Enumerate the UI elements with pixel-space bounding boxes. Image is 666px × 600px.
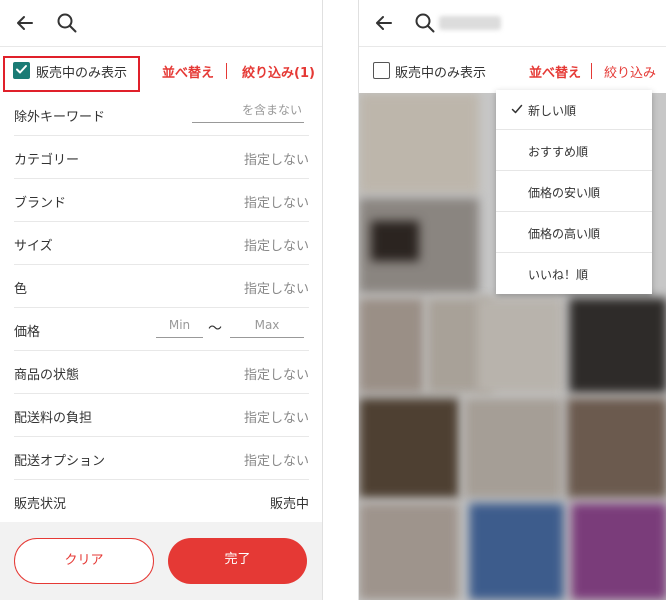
- product-thumbnail[interactable]: [359, 503, 459, 600]
- row-label: 配送オプション: [14, 454, 106, 469]
- highlight-annotation: [3, 56, 140, 92]
- top-bar: [0, 0, 322, 47]
- size-row[interactable]: サイズ 指定しない: [14, 222, 309, 265]
- product-thumbnail[interactable]: [359, 298, 424, 393]
- sort-option-label: いいね！順: [528, 268, 589, 282]
- row-value: 指定しない: [243, 282, 309, 297]
- row-value: 指定しない: [243, 196, 309, 211]
- exclude-keyword-row: 除外キーワード を含まない: [14, 93, 309, 136]
- sort-option-likes[interactable]: いいね！順: [496, 254, 652, 294]
- product-thumbnail[interactable]: [567, 398, 666, 498]
- product-thumbnail[interactable]: [359, 93, 479, 193]
- search-icon[interactable]: [414, 12, 436, 34]
- sale-status-row[interactable]: 販売状況 販売中: [14, 480, 309, 523]
- condition-row[interactable]: 商品の状態 指定しない: [14, 351, 309, 394]
- row-label: カテゴリー: [14, 153, 80, 168]
- checkmark-icon: [511, 104, 523, 114]
- row-value: 指定しない: [243, 411, 309, 426]
- sort-option-recommended[interactable]: おすすめ順: [496, 131, 652, 171]
- row-label: サイズ: [14, 239, 53, 254]
- price-separator: 〜: [208, 321, 222, 337]
- row-label: 価格: [14, 325, 41, 340]
- sort-option-price-low[interactable]: 価格の安い順: [496, 172, 652, 212]
- shipping-option-row[interactable]: 配送オプション 指定しない: [14, 437, 309, 480]
- on-sale-only-label[interactable]: 販売中のみ表示: [395, 62, 486, 81]
- row-label: 除外キーワード: [14, 110, 106, 125]
- back-arrow-icon[interactable]: [373, 12, 395, 34]
- sort-option-label: 新しい順: [528, 104, 577, 118]
- brand-row[interactable]: ブランド 指定しない: [14, 179, 309, 222]
- divider: [226, 63, 227, 79]
- row-value: 指定しない: [243, 239, 309, 254]
- row-label: 商品の状態: [14, 368, 80, 383]
- exclude-keyword-input[interactable]: を含まない: [192, 99, 304, 123]
- blurred-search-query[interactable]: [439, 16, 501, 30]
- back-arrow-icon[interactable]: [14, 12, 36, 34]
- row-label: ブランド: [14, 196, 67, 211]
- price-max-input[interactable]: Max: [230, 314, 304, 338]
- product-thumbnail[interactable]: [569, 298, 666, 393]
- shipping-fee-row[interactable]: 配送料の負担 指定しない: [14, 394, 309, 437]
- product-thumbnail[interactable]: [477, 298, 563, 393]
- price-row: 価格 Min 〜 Max: [14, 308, 309, 351]
- input-placeholder: を含まない: [241, 103, 302, 117]
- row-value: 指定しない: [243, 153, 309, 168]
- row-value: 販売中: [269, 497, 309, 512]
- sort-option-label: 価格の高い順: [528, 227, 601, 241]
- product-thumbnail[interactable]: [469, 503, 564, 600]
- sort-dropdown-menu: 新しい順 おすすめ順 価格の安い順 価格の高い順 いいね！順: [496, 90, 652, 294]
- sort-button[interactable]: 並べ替え: [529, 62, 581, 81]
- filter-screen: 販売中のみ表示 並べ替え 絞り込み(1) 除外キーワード を含まない カテゴリー…: [0, 0, 323, 600]
- row-label: 色: [14, 282, 28, 297]
- top-bar: [359, 0, 666, 47]
- bottom-bar: クリア 完了: [0, 522, 322, 600]
- price-min-input[interactable]: Min: [156, 314, 203, 338]
- product-thumbnail: [371, 221, 419, 261]
- on-sale-only-checkbox[interactable]: [373, 62, 390, 79]
- product-thumbnail[interactable]: [359, 398, 459, 498]
- clear-button[interactable]: クリア: [14, 538, 154, 584]
- category-row[interactable]: カテゴリー 指定しない: [14, 136, 309, 179]
- done-button[interactable]: 完了: [168, 538, 307, 584]
- search-results-screen: 販売中のみ表示 並べ替え 絞り込み 新しい順 おすすめ順 価格の安い順 価格の高…: [358, 0, 666, 600]
- sort-option-label: おすすめ順: [528, 145, 589, 159]
- color-row[interactable]: 色 指定しない: [14, 265, 309, 308]
- narrow-button[interactable]: 絞り込み: [604, 62, 656, 81]
- sort-option-label: 価格の安い順: [528, 186, 601, 200]
- row-value: 指定しない: [243, 454, 309, 469]
- filter-bar: 販売中のみ表示 並べ替え 絞り込み: [359, 48, 666, 92]
- row-label: 販売状況: [14, 497, 67, 512]
- row-value: 指定しない: [243, 368, 309, 383]
- divider: [591, 63, 592, 79]
- product-thumbnail[interactable]: [464, 398, 562, 498]
- narrow-button[interactable]: 絞り込み(1): [242, 62, 315, 81]
- sort-option-price-high[interactable]: 価格の高い順: [496, 213, 652, 253]
- sort-option-newest[interactable]: 新しい順: [496, 90, 652, 130]
- row-label: 配送料の負担: [14, 411, 93, 426]
- sort-button[interactable]: 並べ替え: [162, 62, 214, 81]
- search-icon[interactable]: [56, 12, 78, 34]
- product-thumbnail[interactable]: [571, 503, 666, 600]
